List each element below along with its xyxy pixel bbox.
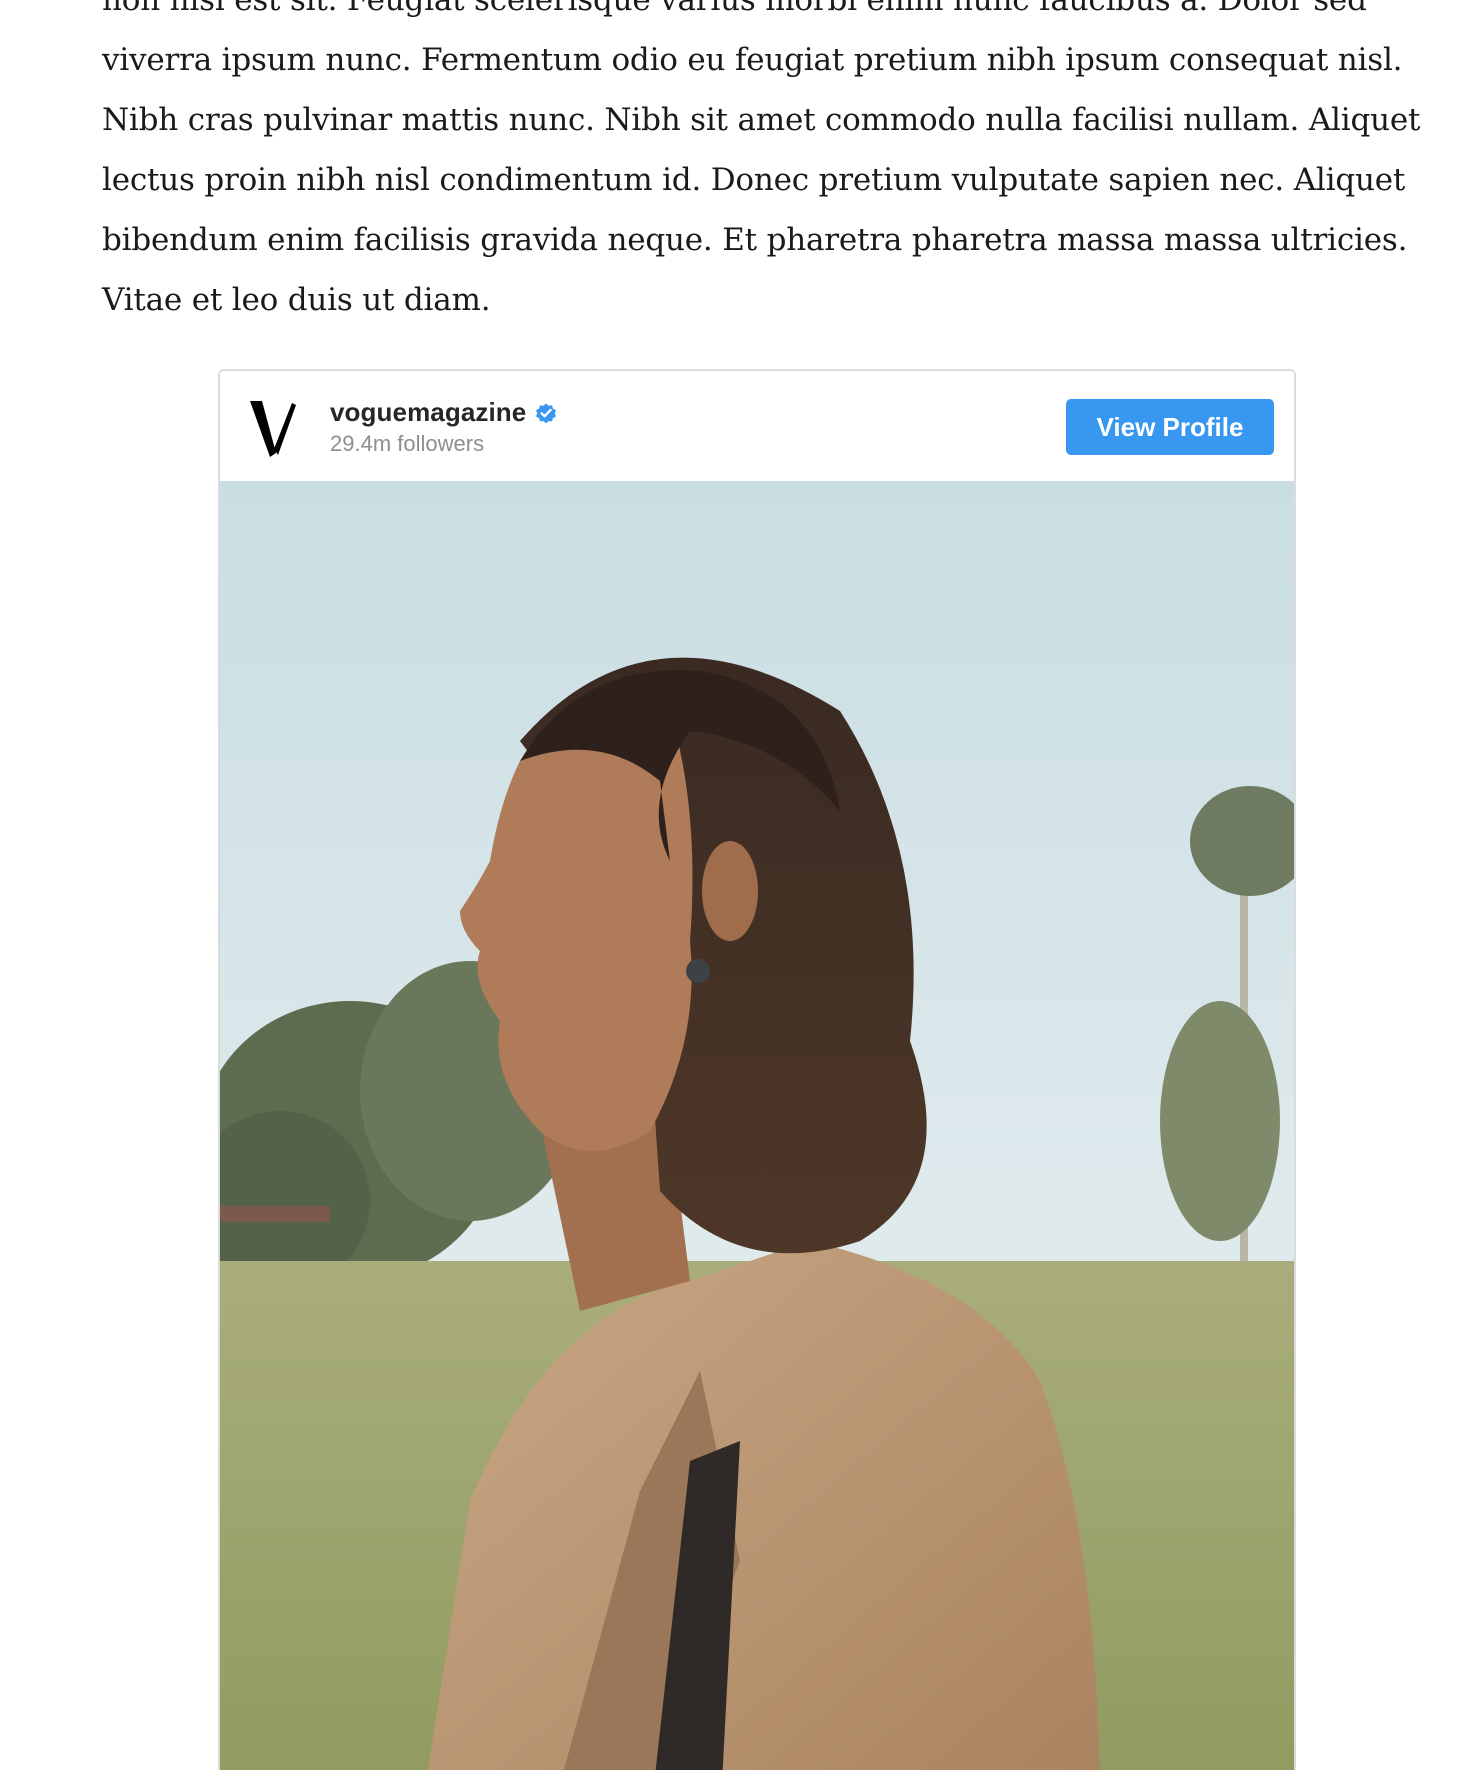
profile-username[interactable]: voguemagazine [330,397,526,428]
vogue-v-logo-icon[interactable] [248,397,300,459]
article-line: viverra ipsum nunc. Fermentum odio eu fe… [102,42,1403,78]
verified-badge-icon [534,401,558,425]
view-profile-button[interactable]: View Profile [1066,399,1274,455]
article-line: Vitae et leo duis ut diam. [102,282,491,318]
post-photo[interactable] [220,481,1294,1770]
profile-name-row: voguemagazine [330,397,558,428]
instagram-embed: voguemagazine 29.4m followers View Profi… [218,369,1296,1770]
article-body: non nisi est sit. Feugiat scelerisque va… [102,0,1432,330]
follower-count: 29.4m followers [330,431,485,456]
article-line: bibendum enim facilisis gravida neque. E… [102,222,1408,258]
embed-header: voguemagazine 29.4m followers View Profi… [220,371,1294,482]
article-line: lectus proin nibh nisl condimentum id. D… [102,162,1406,198]
article-line: non nisi est sit. Feugiat scelerisque va… [102,0,1367,18]
article-line: Nibh cras pulvinar mattis nunc. Nibh sit… [102,102,1421,138]
